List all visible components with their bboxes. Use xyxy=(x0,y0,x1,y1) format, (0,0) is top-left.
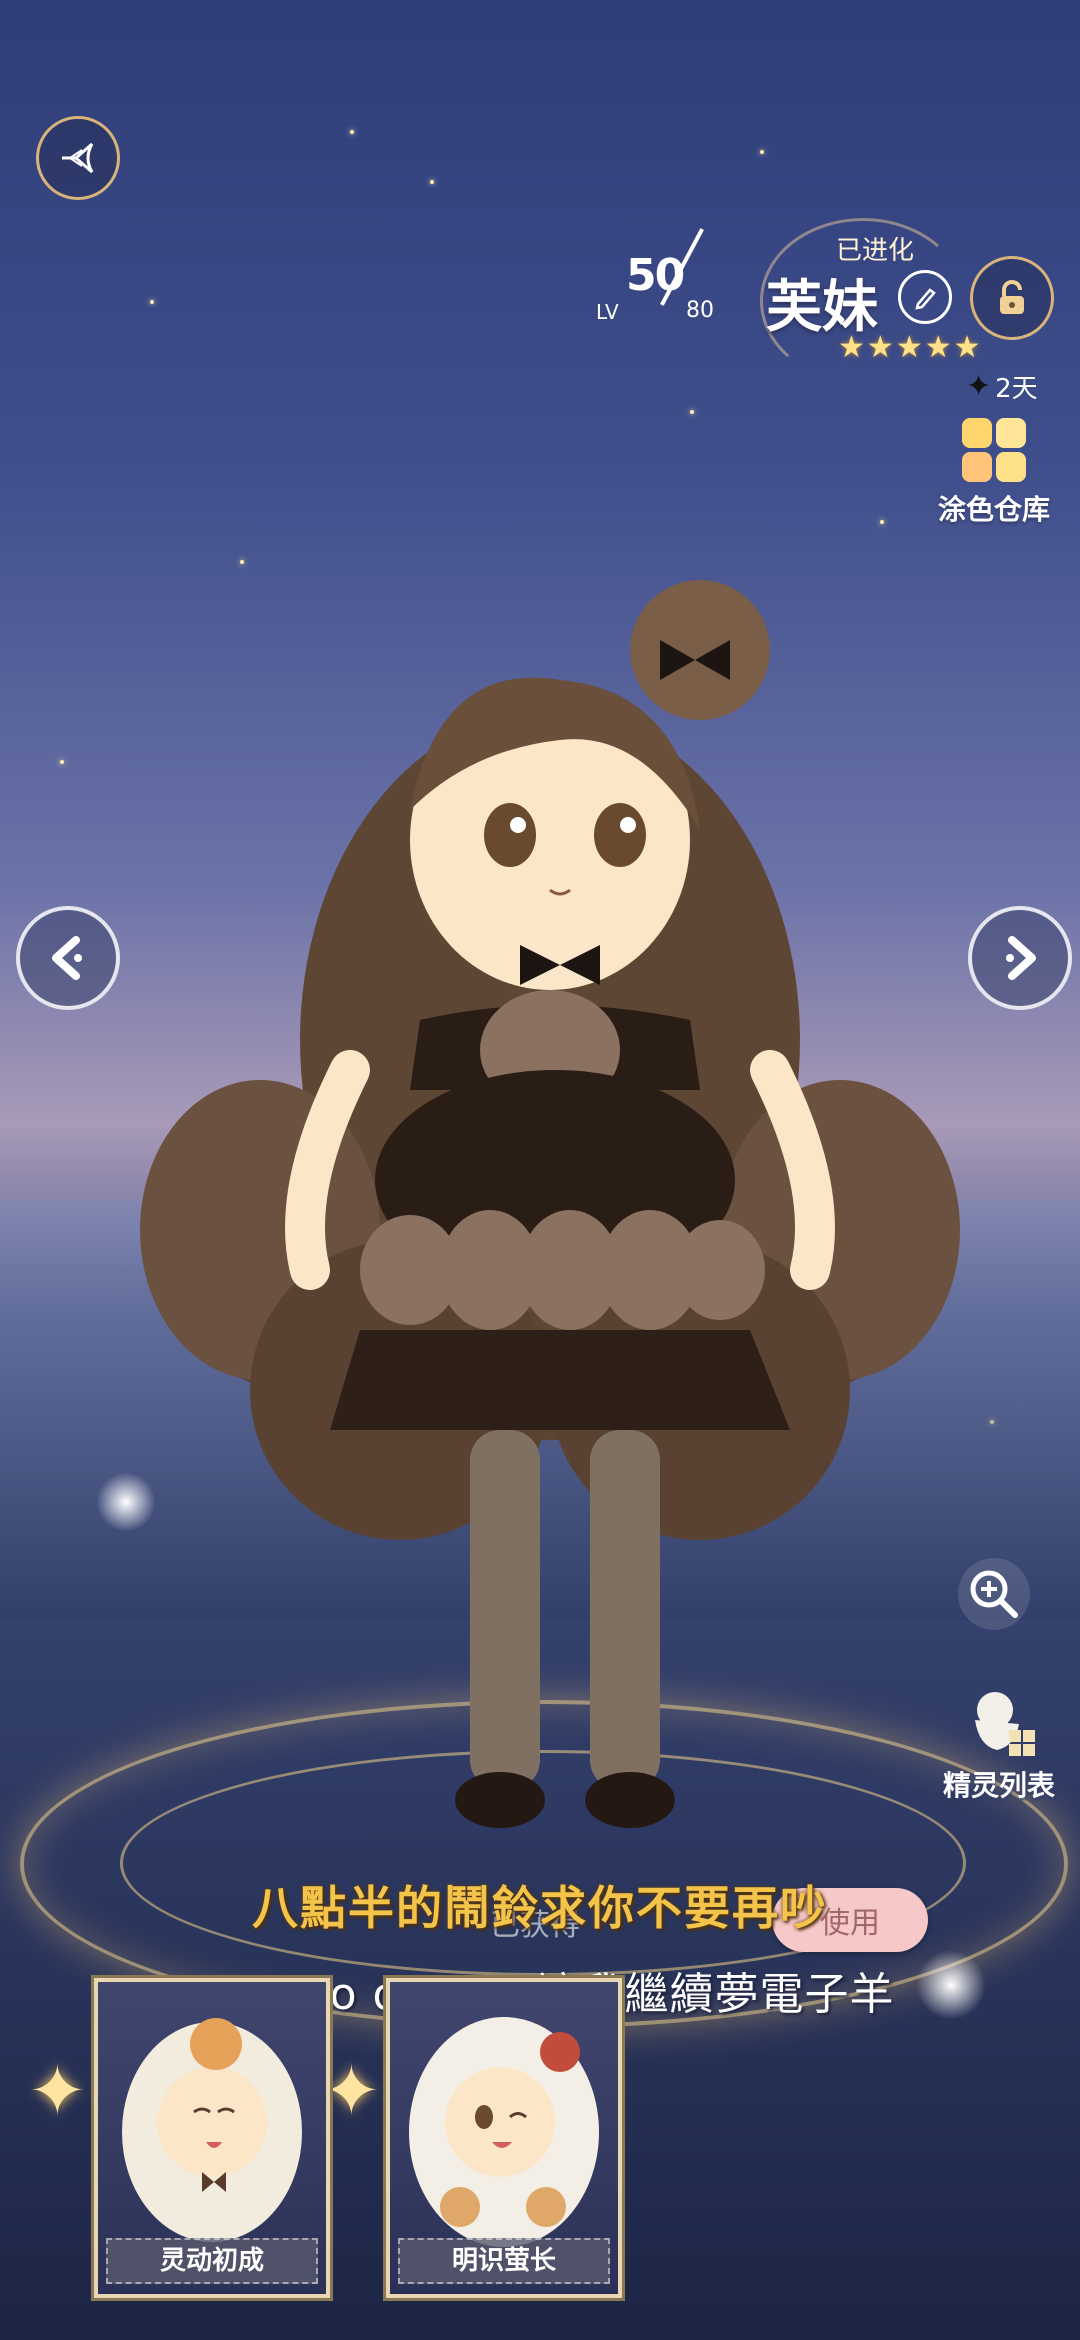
outfit-thumbnail xyxy=(409,2017,599,2247)
lock-button[interactable] xyxy=(970,256,1054,340)
back-wing-icon xyxy=(62,142,94,174)
lock-icon xyxy=(1000,280,1024,314)
edit-icon xyxy=(915,288,936,310)
palette-icon xyxy=(962,418,1026,482)
level-max: 80 xyxy=(686,298,714,323)
star-icon: ★ xyxy=(838,330,865,365)
outfit-card-label: 灵动初成 xyxy=(106,2238,318,2284)
character-model xyxy=(140,580,960,1828)
outfit-card-label: 明识萤长 xyxy=(398,2238,610,2284)
star-rating: ★ ★ ★ ★ ★ xyxy=(838,330,981,365)
back-button[interactable] xyxy=(36,116,120,200)
zoom-in-icon xyxy=(970,1570,1018,1618)
level-label: LV xyxy=(596,300,619,324)
star-icon: ★ xyxy=(866,330,894,365)
star-icon: ★ xyxy=(953,330,981,365)
timer: ✦ 2天 xyxy=(966,368,1038,405)
sparkle-icon: ✦ xyxy=(322,2050,381,2132)
prev-button[interactable] xyxy=(16,906,120,1010)
timer-value: 2天 xyxy=(995,374,1038,404)
next-button[interactable] xyxy=(968,906,1072,1010)
paint-storage-label: 涂色仓库 xyxy=(937,493,1050,526)
sprite-list-button[interactable]: 精灵列表 xyxy=(924,1680,1074,1804)
arrow-right-icon xyxy=(1006,936,1036,980)
level-display: 50 LV 80 xyxy=(596,228,736,330)
outfit-card[interactable]: 明识萤长 xyxy=(386,1978,622,2298)
sprite-list-icon xyxy=(975,1692,1035,1756)
zoom-button[interactable] xyxy=(958,1558,1030,1630)
star-icon: ★ xyxy=(895,330,923,365)
star-icon: ★ xyxy=(924,330,952,365)
subtitle-chinese: 八點半的鬧鈴求你不要再吵 xyxy=(252,1881,828,1935)
outfit-card[interactable]: 灵动初成 xyxy=(94,1978,330,2298)
sparkle-icon: ✦ xyxy=(28,2050,87,2132)
sparkle-icon: ✦ xyxy=(966,369,992,404)
paint-storage-button[interactable]: 涂色仓库 xyxy=(920,418,1068,528)
arrow-left-icon xyxy=(52,936,82,980)
sprite-list-label: 精灵列表 xyxy=(942,1769,1055,1802)
outfit-thumbnail xyxy=(122,2018,302,2242)
edit-name-button[interactable] xyxy=(898,270,952,324)
